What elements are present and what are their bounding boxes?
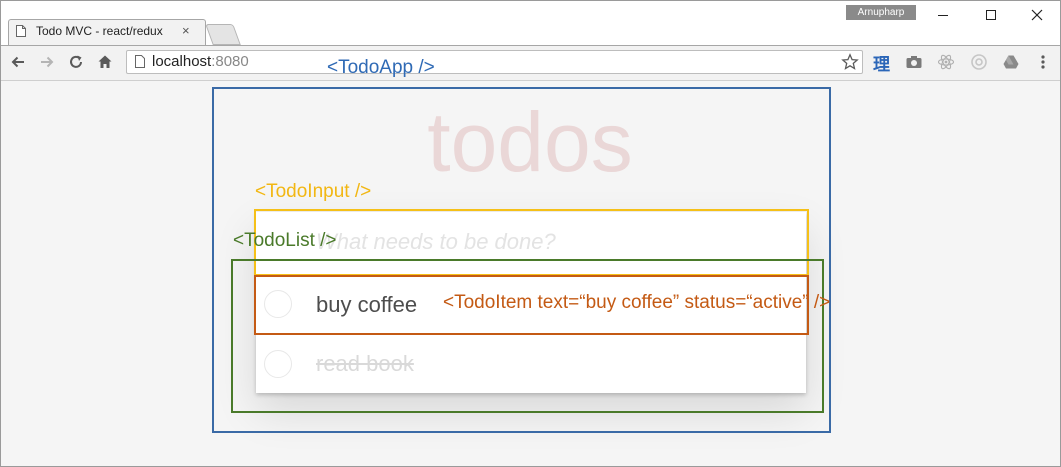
back-arrow-icon[interactable]	[9, 53, 27, 71]
star-icon[interactable]	[841, 53, 859, 71]
todo-app-annotation: <TodoApp />	[327, 57, 435, 78]
redux-devtools-icon[interactable]	[970, 53, 988, 71]
reload-icon[interactable]	[67, 53, 85, 71]
menu-icon[interactable]	[1034, 53, 1052, 71]
extension-li-icon[interactable]: 理	[873, 50, 890, 75]
address-url[interactable]: localhost:8080	[152, 53, 249, 70]
camera-icon[interactable]	[905, 53, 923, 71]
todo-list-annotation: <TodoList />	[233, 230, 337, 251]
address-host: localhost	[152, 53, 212, 70]
page-icon	[16, 25, 26, 37]
minimize-icon[interactable]	[928, 6, 958, 24]
address-port: :8080	[211, 53, 249, 70]
todo-input-annotation: <TodoInput />	[255, 181, 372, 202]
page-icon	[135, 55, 145, 68]
close-icon[interactable]	[1022, 6, 1052, 24]
react-devtools-icon[interactable]	[937, 53, 955, 71]
tab-title: Todo MVC - react/redux	[36, 24, 163, 38]
forward-arrow-icon[interactable]	[38, 53, 56, 71]
maximize-icon[interactable]	[976, 6, 1006, 24]
home-icon[interactable]	[96, 53, 114, 71]
profile-badge[interactable]: Arnupharp	[846, 5, 916, 20]
drive-icon[interactable]	[1002, 53, 1020, 71]
todo-item-annotation: <TodoItem text=“buy coffee” status=“acti…	[443, 292, 831, 313]
tab-close-icon[interactable]: ×	[182, 24, 190, 37]
